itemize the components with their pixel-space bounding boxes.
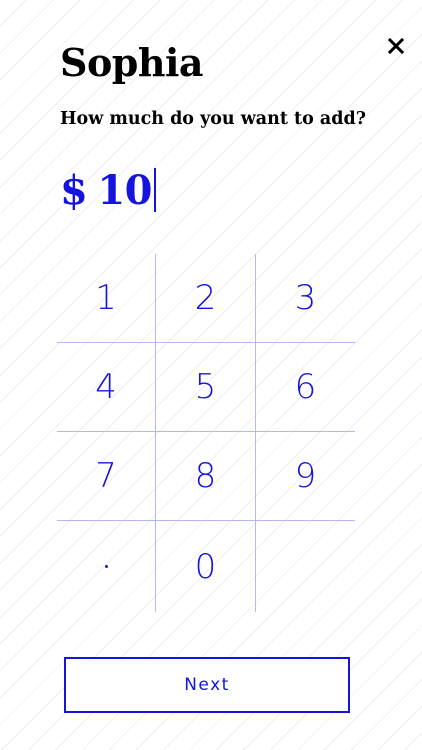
key-0[interactable]: 0 [156,521,256,612]
amount-input[interactable]: $ 10 [60,164,157,216]
key-decimal[interactable] [57,521,156,612]
key-empty [256,521,355,612]
key-9[interactable]: 9 [256,432,355,521]
text-cursor [154,168,157,212]
close-button[interactable] [384,34,408,58]
key-6[interactable]: 6 [256,343,355,432]
amount-value: 10 [97,166,153,214]
recipient-name: Sophia [60,40,204,85]
key-8[interactable]: 8 [156,432,256,521]
numeric-keypad: 1 2 3 4 5 6 7 8 9 0 [57,254,355,612]
decimal-point [104,565,108,568]
key-5[interactable]: 5 [156,343,256,432]
close-icon [387,37,405,55]
key-2[interactable]: 2 [156,254,256,343]
key-1[interactable]: 1 [57,254,156,343]
currency-symbol: $ [60,166,88,214]
key-3[interactable]: 3 [256,254,355,343]
key-7[interactable]: 7 [57,432,156,521]
key-4[interactable]: 4 [57,343,156,432]
next-button[interactable]: Next [64,657,350,713]
amount-question: How much do you want to add? [60,109,366,129]
